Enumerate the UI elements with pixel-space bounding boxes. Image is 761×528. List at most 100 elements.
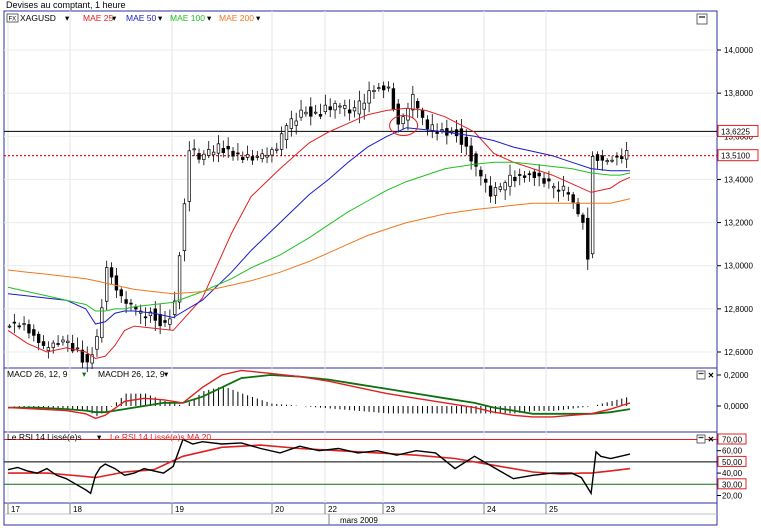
x-tick-label: 20 (275, 505, 284, 514)
candle (85, 354, 89, 363)
y-tick-label: 40,00 (722, 469, 743, 478)
legend-rsi-ma[interactable]: Le RSI 14 Lissé(e)s MA 20 (110, 432, 211, 442)
dropdown-icon[interactable]: ▾ (112, 13, 117, 23)
dropdown-icon[interactable]: ▾ (164, 369, 169, 379)
x-tick-label: 24 (487, 505, 496, 514)
x-tick-label: 25 (549, 505, 558, 514)
dropdown-icon[interactable]: ▾ (207, 13, 212, 23)
candle (114, 275, 119, 291)
candle (323, 104, 328, 113)
candle (406, 108, 410, 121)
candle (56, 343, 60, 345)
candle (221, 148, 225, 154)
candle (552, 186, 556, 189)
candle (411, 93, 415, 111)
candle (590, 156, 595, 255)
dropdown-icon[interactable]: ▾ (158, 13, 163, 23)
candle (119, 289, 123, 297)
candle (571, 194, 575, 203)
candle (484, 178, 488, 183)
candle (313, 111, 318, 114)
candle (610, 159, 614, 162)
mae50-line (7, 127, 630, 325)
dropdown-icon[interactable]: ▾ (65, 13, 70, 23)
legend-mae25[interactable]: MAE 25 (83, 13, 114, 23)
y-tick-label: 13,0000 (724, 262, 753, 271)
candle (12, 321, 17, 324)
candle (158, 314, 162, 327)
symbol-badge[interactable]: FX (6, 13, 19, 23)
y-tick-label: 70,00 (722, 436, 743, 445)
candle (522, 175, 527, 178)
x-tick-label: 22 (328, 505, 337, 514)
price-panel-maximize-button[interactable] (696, 13, 708, 25)
legend-mae50[interactable]: MAE 50 (126, 13, 157, 23)
legend-macdh[interactable]: MACDH 26, 12, 9 (98, 369, 165, 379)
y-tick-label: 30,00 (722, 480, 743, 489)
maximize-icon[interactable] (696, 434, 706, 444)
candle (226, 145, 230, 150)
legend-symbol[interactable]: XAGUSD (20, 13, 56, 23)
candle (260, 153, 264, 160)
candle (556, 189, 561, 192)
dropdown-icon[interactable]: ▾ (97, 432, 102, 442)
legend-mae200[interactable]: MAE 200 (219, 13, 254, 23)
candle (527, 173, 532, 176)
x-tick-label: 17 (11, 505, 20, 514)
close-icon[interactable]: × (708, 435, 714, 446)
y-tick-label: 0,0000 (724, 402, 749, 411)
candle (270, 149, 274, 156)
candle (250, 156, 255, 161)
candle (537, 172, 541, 177)
candle (17, 325, 21, 328)
candle (566, 192, 571, 195)
candle (51, 342, 55, 348)
candle (41, 341, 46, 346)
candle (207, 149, 211, 156)
dropdown-icon[interactable]: ▾ (256, 13, 261, 23)
candle (61, 339, 65, 343)
candle (236, 152, 240, 155)
maximize-icon[interactable] (696, 370, 706, 380)
candle (503, 182, 507, 191)
candle (488, 185, 493, 197)
candle (109, 267, 114, 278)
legend-macd[interactable]: MACD 26, 12, 9 (7, 369, 68, 379)
candle (153, 308, 157, 321)
legend-mae100[interactable]: MAE 100 (170, 13, 205, 23)
close-icon[interactable]: × (708, 371, 714, 382)
candle (454, 129, 459, 137)
candle (182, 203, 187, 252)
candle (615, 155, 619, 158)
dropdown-icon[interactable]: ▾ (82, 369, 87, 379)
candle (333, 103, 337, 111)
candle (192, 148, 196, 151)
candle (202, 153, 206, 160)
candle (46, 347, 51, 351)
candle (129, 302, 133, 305)
candle (7, 325, 12, 328)
candle (532, 171, 536, 178)
candle (561, 185, 566, 191)
candle (231, 150, 235, 157)
level-label: 13,6225 (721, 127, 750, 136)
candle (624, 150, 629, 160)
candle (265, 154, 269, 158)
candle (328, 106, 332, 111)
candle (416, 101, 420, 109)
x-axis-month-label: mars 2009 (340, 516, 378, 525)
candle (581, 214, 585, 223)
candle (493, 187, 498, 196)
candle (124, 299, 128, 304)
x-tick-label: 19 (175, 505, 184, 514)
candle (211, 151, 216, 156)
y-tick-label: 13,8000 (724, 89, 753, 98)
candle (36, 333, 41, 343)
candle (168, 318, 172, 325)
candle (309, 106, 313, 117)
legend-rsi[interactable]: Le RSI 14 Lissé(e)s (7, 432, 82, 442)
current-price-label: 13,5100 (721, 152, 750, 161)
candle (289, 118, 294, 129)
maximize-icon (696, 13, 708, 25)
candle (450, 130, 454, 133)
